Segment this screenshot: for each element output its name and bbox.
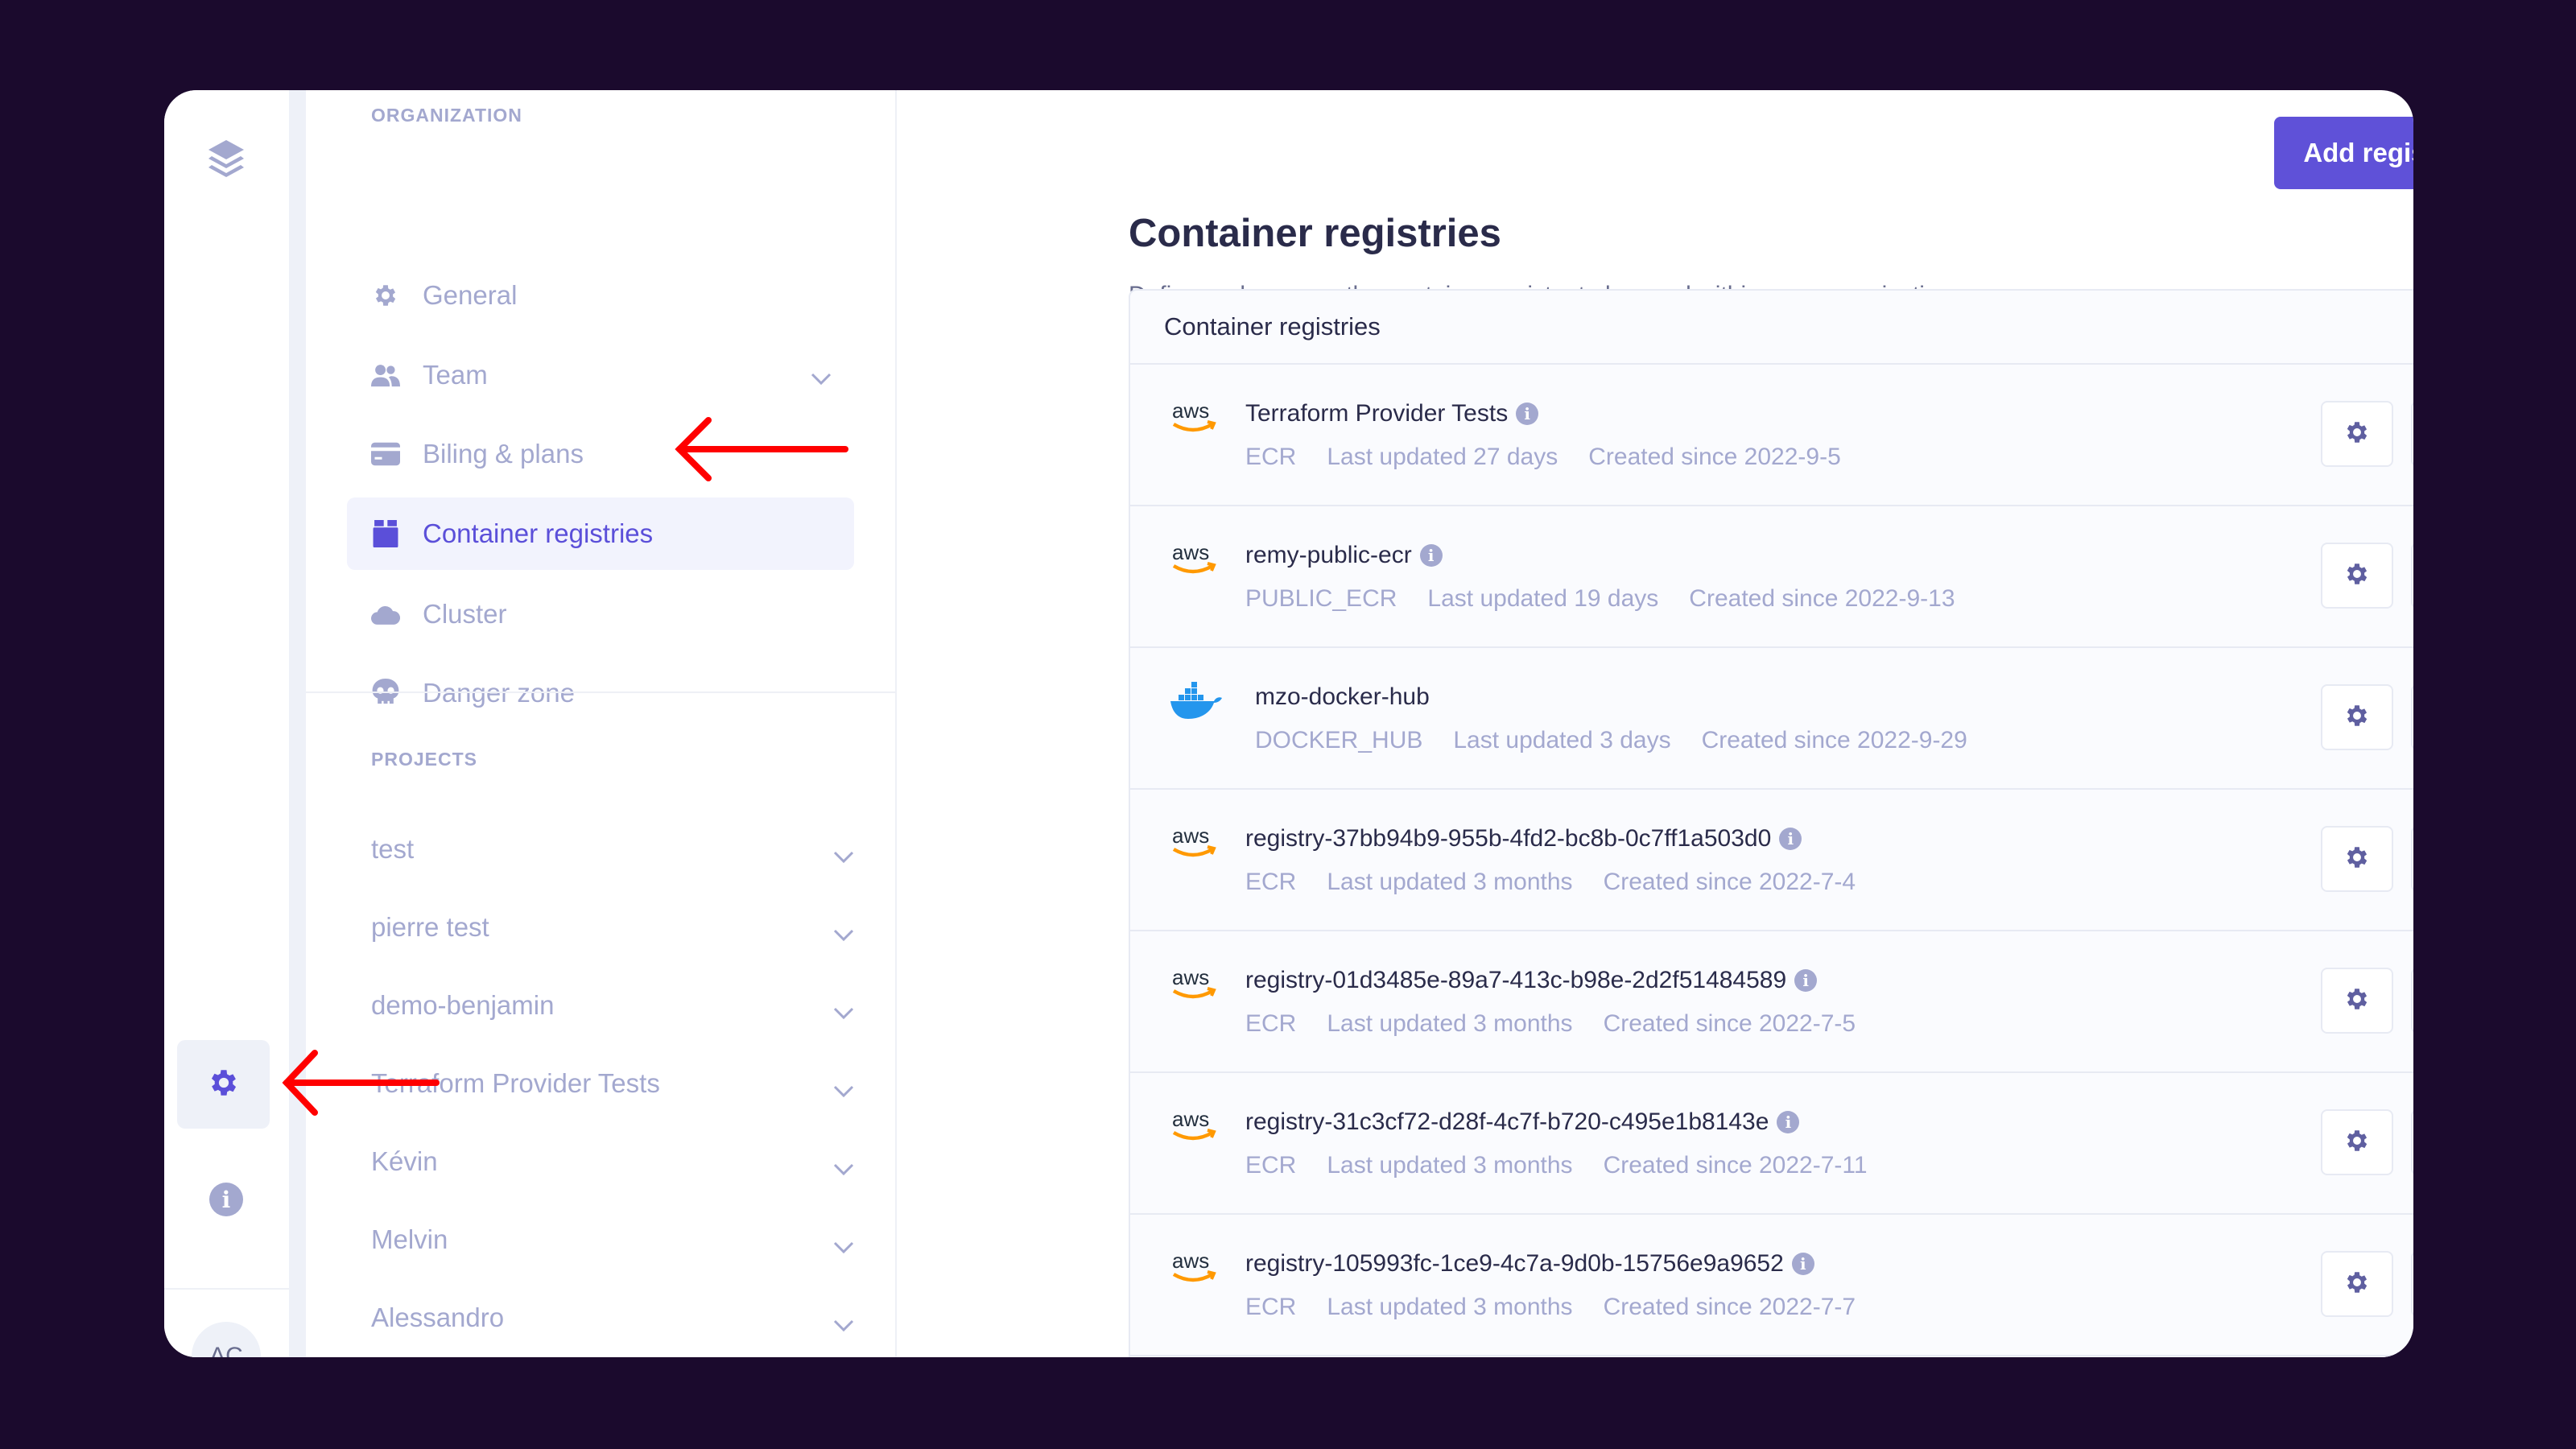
app-window: i AC ORGANIZATION General Team Biling & pl… (164, 90, 2413, 1357)
arrow-to-container-registries (675, 417, 848, 481)
annotation-arrows (282, 417, 848, 1116)
arrow-to-settings (282, 1050, 440, 1116)
